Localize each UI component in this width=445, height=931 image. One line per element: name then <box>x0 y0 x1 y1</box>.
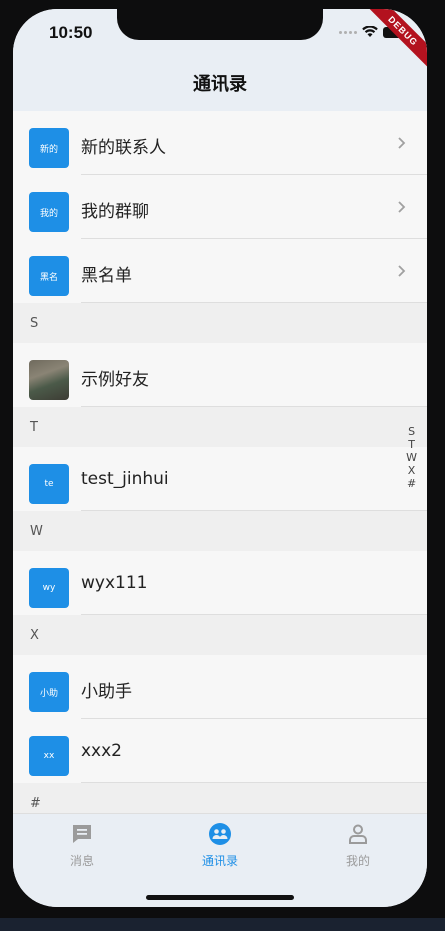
page-title: 通讯录 <box>193 74 247 95</box>
tab-label: 通讯录 <box>201 854 238 868</box>
contact-row[interactable]: xx xxx2 <box>13 719 427 783</box>
list-item-label: 新的联系人 <box>81 138 166 158</box>
index-letter[interactable]: W <box>406 451 417 464</box>
contact-row[interactable]: te test_jinhui <box>13 447 427 511</box>
contact-name: 示例好友 <box>81 370 149 390</box>
person-icon <box>349 824 367 844</box>
tab-label: 消息 <box>69 854 94 868</box>
chevron-right-icon <box>398 201 406 213</box>
tab-contacts[interactable]: 通讯录 <box>151 822 289 869</box>
section-header-t: T <box>13 407 427 447</box>
list-item-new-contacts[interactable]: 新的 新的联系人 <box>13 111 427 175</box>
avatar: xx <box>29 736 69 776</box>
index-letter[interactable]: # <box>407 477 416 490</box>
tab-me[interactable]: 我的 <box>289 822 427 869</box>
wifi-icon <box>362 26 378 37</box>
avatar: 黑名 <box>29 256 69 296</box>
section-header-s: S <box>13 303 427 343</box>
status-time: 10:50 <box>49 23 93 42</box>
index-letter[interactable]: S <box>408 425 415 438</box>
chevron-right-icon <box>398 265 406 277</box>
divider <box>81 510 427 511</box>
signal-icon <box>339 30 357 34</box>
contact-name: test_jinhui <box>81 469 169 489</box>
background-strip <box>0 918 445 931</box>
index-letter[interactable]: T <box>408 438 415 451</box>
contacts-list[interactable]: 新的 新的联系人 我的 我的群聊 黑名 黑名单 S 示例好友 T te test… <box>13 111 427 813</box>
home-indicator[interactable] <box>146 895 294 900</box>
contact-row[interactable]: 小助 小助手 <box>13 655 427 719</box>
divider <box>81 302 427 303</box>
section-header-x: X <box>13 615 427 655</box>
section-header-w: W <box>13 511 427 551</box>
divider <box>81 614 427 615</box>
list-item-my-groups[interactable]: 我的 我的群聊 <box>13 175 427 239</box>
avatar: 小助 <box>29 672 69 712</box>
contact-name: xxx2 <box>81 741 122 761</box>
divider <box>81 782 427 783</box>
index-letter[interactable]: X <box>408 464 416 477</box>
app-bar: 通讯录 <box>13 55 427 112</box>
contact-row[interactable]: 示例好友 <box>13 343 427 407</box>
phone-screen: 10:50 DEBUG 通讯录 新的 新的联系人 我的 我的群聊 黑名 黑名单 … <box>13 9 427 907</box>
alphabet-index-bar[interactable]: S T W X # <box>406 425 417 490</box>
avatar: wy <box>29 568 69 608</box>
avatar-photo <box>29 360 69 400</box>
contact-row[interactable]: wy wyx111 <box>13 551 427 615</box>
contact-name: 小助手 <box>81 682 132 702</box>
section-header-hash: # <box>13 783 427 813</box>
chevron-right-icon <box>398 137 406 149</box>
avatar: 我的 <box>29 192 69 232</box>
list-item-blacklist[interactable]: 黑名 黑名单 <box>13 239 427 303</box>
contacts-icon <box>209 823 231 845</box>
tab-messages[interactable]: 消息 <box>13 822 151 869</box>
message-icon <box>73 825 91 843</box>
divider <box>81 406 427 407</box>
list-item-label: 我的群聊 <box>81 202 149 222</box>
notch <box>117 9 323 40</box>
avatar: te <box>29 464 69 504</box>
bottom-tab-bar: 消息 通讯录 我的 <box>13 813 427 907</box>
avatar: 新的 <box>29 128 69 168</box>
contact-name: wyx111 <box>81 573 148 593</box>
list-item-label: 黑名单 <box>81 266 132 286</box>
tab-label: 我的 <box>345 854 370 868</box>
